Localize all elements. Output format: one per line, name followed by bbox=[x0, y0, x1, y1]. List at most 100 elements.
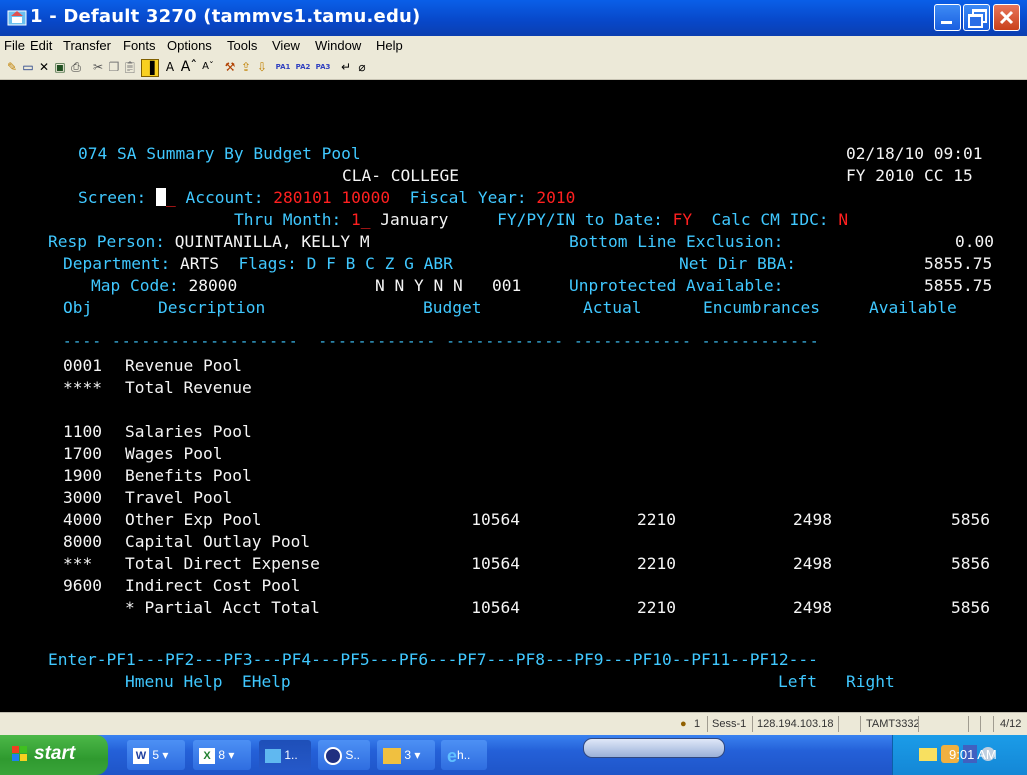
row-available bbox=[870, 443, 990, 465]
cursor-position: 4/12 bbox=[1000, 718, 1022, 730]
save-icon[interactable]: ▭ bbox=[20, 59, 36, 75]
row-actual bbox=[556, 465, 676, 487]
calc-idc-input[interactable]: N bbox=[838, 210, 848, 229]
copy-icon[interactable]: ❐ bbox=[106, 59, 122, 75]
new-session-icon[interactable]: ✎ bbox=[4, 59, 20, 75]
row-description: Total Revenue bbox=[125, 378, 252, 397]
title-bar[interactable]: 1 - Default 3270 (tammvs1.tamu.edu) bbox=[0, 0, 1027, 36]
clock[interactable]: 9:01 AM bbox=[949, 747, 997, 762]
row-actual bbox=[556, 355, 676, 377]
row-description: Benefits Pool bbox=[125, 466, 252, 485]
row-actual: 2210 bbox=[637, 554, 676, 573]
enter-icon[interactable]: ↵ bbox=[338, 59, 354, 75]
font-icon[interactable]: A bbox=[162, 59, 178, 75]
status-bar: ● 1 Sess-1 128.194.103.18 TAMT3332 4/12 bbox=[0, 712, 1027, 735]
row-budget bbox=[400, 531, 520, 553]
to-date-input[interactable]: FY bbox=[673, 210, 693, 229]
row-encumbrances: 2498 bbox=[793, 598, 832, 617]
menu-help[interactable]: Help bbox=[376, 38, 403, 53]
taskbar-s-app[interactable]: S.. bbox=[318, 740, 370, 770]
font-larger-icon[interactable]: Aˆ bbox=[180, 59, 198, 75]
tools-icon[interactable]: ⚒ bbox=[222, 59, 238, 75]
start-button[interactable]: start bbox=[0, 735, 108, 775]
font-smaller-icon[interactable]: Aˇ bbox=[200, 59, 216, 75]
taskbar-outlook-group[interactable]: 3 ▾ bbox=[377, 740, 435, 770]
menu-bar: File Edit Transfer Fonts Options Tools V… bbox=[0, 36, 1027, 56]
thru-month-input[interactable]: 1 bbox=[351, 210, 361, 229]
screen-datetime: 02/18/10 09:01 bbox=[846, 144, 983, 163]
delete-icon[interactable]: ✕ bbox=[36, 59, 52, 75]
row-description: Other Exp Pool bbox=[125, 510, 262, 529]
print-icon[interactable]: ⎙ bbox=[68, 59, 84, 75]
fy-cc: FY 2010 CC 15 bbox=[846, 166, 973, 185]
pf-right[interactable]: Right bbox=[846, 671, 895, 693]
ble-value: 0.00 bbox=[955, 232, 994, 251]
eraser-icon[interactable]: ⌀ bbox=[354, 59, 370, 75]
row-actual bbox=[556, 443, 676, 465]
row-budget bbox=[400, 377, 520, 399]
session-name: Sess-1 bbox=[712, 718, 747, 730]
row-description: Revenue Pool bbox=[125, 356, 242, 375]
screen-title: 074 SA Summary By Budget Pool bbox=[78, 144, 361, 163]
minimize-button[interactable] bbox=[934, 4, 961, 31]
excel-icon: X bbox=[199, 747, 215, 764]
taskbar-excel-group[interactable]: X 8 ▾ bbox=[193, 740, 251, 770]
net-dir-value: 5855.75 bbox=[924, 254, 993, 273]
row-description: Capital Outlay Pool bbox=[125, 532, 311, 551]
send-file-icon[interactable]: ⇪ bbox=[238, 59, 254, 75]
windows-logo-icon bbox=[12, 746, 28, 762]
unprotected-label: Unprotected Available: bbox=[569, 276, 784, 295]
screen-input-cursor[interactable] bbox=[155, 188, 166, 206]
menu-window[interactable]: Window bbox=[315, 38, 361, 53]
row-actual bbox=[556, 377, 676, 399]
row-available: 5856 bbox=[951, 554, 990, 573]
account-value: 280101 10000 bbox=[273, 188, 391, 207]
select-icon[interactable]: ▐ bbox=[141, 59, 159, 77]
row-description: * Partial Acct Total bbox=[125, 598, 320, 617]
menu-fonts[interactable]: Fonts bbox=[123, 38, 156, 53]
fiscal-year-value: 2010 bbox=[536, 188, 576, 207]
menu-view[interactable]: View bbox=[272, 38, 300, 53]
menu-transfer[interactable]: Transfer bbox=[63, 38, 111, 53]
menu-file[interactable]: File bbox=[4, 38, 25, 53]
pf-left[interactable]: Left bbox=[778, 671, 817, 693]
row-available bbox=[870, 465, 990, 487]
row-encumbrances bbox=[712, 531, 832, 553]
menu-edit[interactable]: Edit bbox=[30, 38, 52, 53]
row-encumbrances bbox=[712, 355, 832, 377]
taskbar-terminal[interactable]: 1.. bbox=[259, 740, 311, 770]
row-encumbrances: 2498 bbox=[793, 510, 832, 529]
menu-options[interactable]: Options bbox=[167, 38, 212, 53]
flags-values: N N Y N N 001 bbox=[375, 276, 522, 295]
word-icon: W bbox=[133, 747, 149, 764]
department-line: Department: ARTS Flags: D F B C Z G ABR bbox=[63, 254, 453, 273]
row-available bbox=[870, 355, 990, 377]
terminal-window: 1 - Default 3270 (tammvs1.tamu.edu) File… bbox=[0, 0, 1027, 775]
paste-icon[interactable]: 📋︎ bbox=[122, 59, 138, 75]
pa1-button[interactable]: PA1 bbox=[274, 59, 292, 75]
row-description: Salaries Pool bbox=[125, 422, 252, 441]
receive-file-icon[interactable]: ⇩ bbox=[254, 59, 270, 75]
pa3-button[interactable]: PA3 bbox=[314, 59, 332, 75]
restore-button[interactable] bbox=[963, 4, 990, 31]
pf-key-line: Enter-PF1---PF2---PF3---PF4---PF5---PF6-… bbox=[48, 650, 818, 669]
row-budget: 10564 bbox=[471, 554, 520, 573]
mail-icon[interactable] bbox=[919, 748, 937, 761]
close-button[interactable] bbox=[993, 4, 1020, 31]
media-player-controls[interactable] bbox=[583, 738, 725, 758]
row-available: 5856 bbox=[951, 510, 990, 529]
cut-icon[interactable]: ✂ bbox=[90, 59, 106, 75]
terminal-icon bbox=[265, 748, 281, 763]
pa2-button[interactable]: PA2 bbox=[294, 59, 312, 75]
session-lock-icon: ● bbox=[680, 718, 687, 730]
screen-icon[interactable]: ▣ bbox=[52, 59, 68, 75]
pf-labels[interactable]: Hmenu Help EHelp bbox=[125, 671, 291, 693]
menu-tools[interactable]: Tools bbox=[227, 38, 257, 53]
start-label: start bbox=[34, 743, 76, 764]
terminal-screen[interactable]: 074 SA Summary By Budget Pool 02/18/10 0… bbox=[0, 80, 1027, 712]
col-available: Available bbox=[869, 298, 957, 317]
swirl-icon bbox=[324, 746, 342, 765]
row-obj: 0001 bbox=[63, 356, 102, 375]
taskbar-ie[interactable]: eh.. bbox=[441, 740, 487, 770]
taskbar-word-group[interactable]: W 5 ▾ bbox=[127, 740, 185, 770]
